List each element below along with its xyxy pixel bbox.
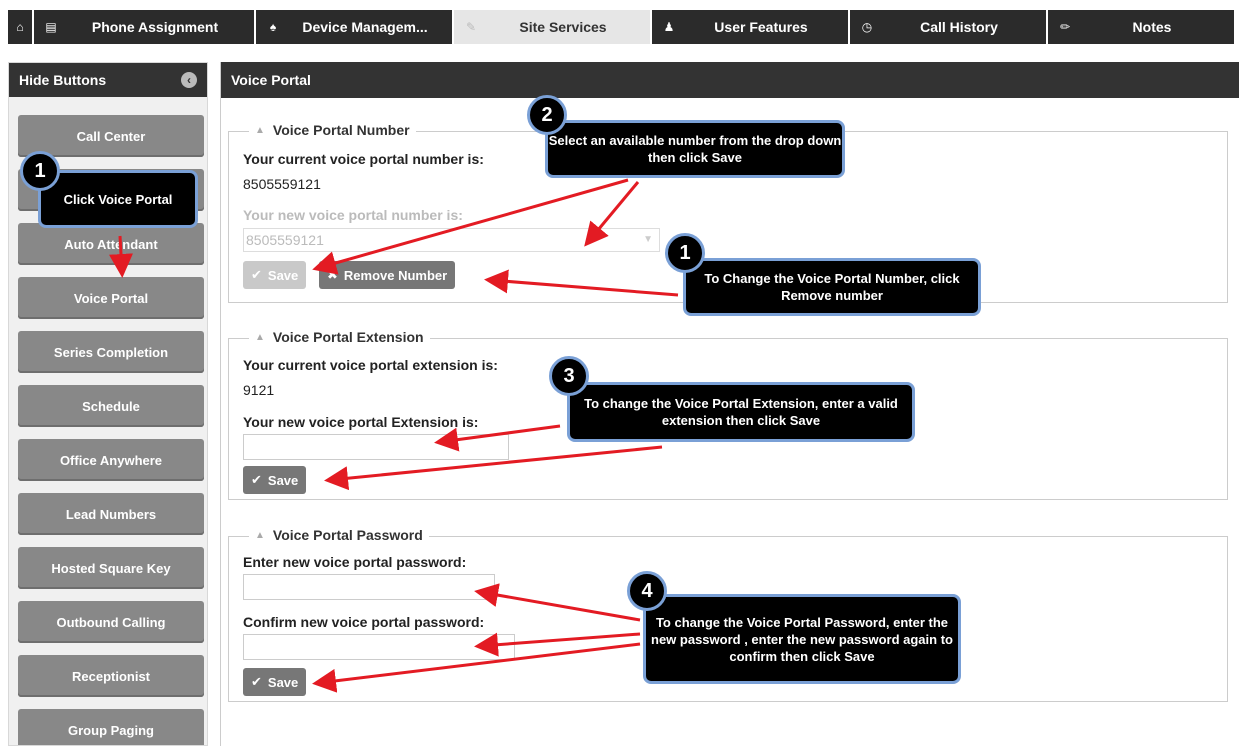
user-icon: ♟ [663, 20, 675, 34]
collapse-triangle-icon: ▲ [255, 331, 265, 343]
current-number-label: Your current voice portal number is: [243, 151, 484, 167]
step-badge: 4 [627, 571, 667, 611]
extension-save-button[interactable]: ✔ Save [243, 466, 307, 494]
sidebar-item-label: Office Anywhere [59, 452, 163, 468]
tab-label: Phone Assignment [91, 19, 219, 35]
callout-text: To change the Voice Portal Password, ent… [651, 614, 953, 664]
confirm-password-label: Confirm new voice portal password: [243, 614, 485, 630]
callout-select-number: Select an available number from the drop… [545, 120, 845, 178]
top-tab-bar: ⌂ ▤ Phone Assignment ♠ Device Managem...… [8, 10, 1234, 44]
sidebar-item-receptionist[interactable]: Receptionist [18, 655, 204, 697]
sidebar-item-schedule[interactable]: Schedule [18, 385, 204, 427]
confirm-password-input[interactable] [243, 634, 515, 660]
sidebar-item-call-center[interactable]: Call Center [18, 115, 204, 157]
section-legend[interactable]: ▲ Voice Portal Extension [249, 329, 430, 345]
sidebar-item-group-paging[interactable]: Group Paging [18, 709, 204, 745]
sidebar-item-label: Voice Portal [73, 290, 149, 306]
bell-icon: ♠ [269, 20, 277, 34]
step-badge: 1 [20, 151, 60, 191]
button-label: Save [267, 674, 299, 690]
button-label: Save [267, 472, 299, 488]
current-number-value: 8505559121 [243, 176, 321, 192]
check-icon: ✔ [251, 267, 262, 282]
remove-number-button[interactable]: ✖ Remove Number [319, 261, 456, 289]
number-save-button[interactable]: ✔ Save [243, 261, 307, 289]
tab-call-history[interactable]: ◷ Call History [850, 10, 1048, 44]
sidebar-item-office-anywhere[interactable]: Office Anywhere [18, 439, 204, 481]
sidebar-item-hosted-square-key[interactable]: Hosted Square Key [18, 547, 204, 589]
step-badge: 1 [665, 233, 705, 273]
sidebar-item-outbound-calling[interactable]: Outbound Calling [18, 601, 204, 643]
tab-label: User Features [714, 19, 808, 35]
callout-text: To Change the Voice Portal Number, click… [704, 271, 960, 303]
collapse-triangle-icon: ▲ [255, 124, 265, 136]
new-password-input[interactable] [243, 574, 495, 600]
callout-change-password: To change the Voice Portal Password, ent… [643, 594, 961, 684]
tab-phone-assignment[interactable]: ▤ Phone Assignment [34, 10, 256, 44]
sidebar-item-label: Series Completion [53, 344, 169, 360]
sidebar-item-lead-numbers[interactable]: Lead Numbers [18, 493, 204, 535]
page-title: Voice Portal [221, 62, 1239, 98]
close-icon: ✖ [327, 267, 338, 282]
hide-buttons-label: Hide Buttons [19, 72, 107, 88]
password-save-button[interactable]: ✔ Save [243, 668, 307, 696]
tab-notes[interactable]: ✏ Notes [1048, 10, 1234, 44]
tab-site-services[interactable]: ✎ Site Services [454, 10, 652, 44]
callout-text: To change the Voice Portal Extension, en… [584, 396, 898, 428]
sidebar-item-label: Receptionist [71, 668, 150, 684]
callout-click-voice-portal: Click Voice Portal [38, 170, 198, 228]
current-extension-value: 9121 [243, 382, 275, 398]
check-icon: ✔ [251, 674, 262, 689]
step-badge: 2 [527, 95, 567, 135]
new-extension-input[interactable] [243, 434, 509, 460]
tab-home[interactable]: ⌂ [8, 10, 34, 44]
step-badge: 3 [549, 356, 589, 396]
collapse-icon[interactable]: ‹ [181, 72, 197, 88]
sidebar-item-series-completion[interactable]: Series Completion [18, 331, 204, 373]
sidebar-item-label: Lead Numbers [65, 506, 157, 522]
new-password-label: Enter new voice portal password: [243, 554, 467, 570]
new-number-label: Your new voice portal number is: [243, 207, 463, 223]
sidebar-item-label: Hosted Square Key [51, 560, 171, 576]
chevron-down-icon: ▼ [643, 234, 653, 245]
callout-text: Select an available number from the drop… [548, 133, 842, 165]
new-number-select[interactable]: 8505559121 ▼ [243, 228, 660, 252]
callout-text: Click Voice Portal [63, 191, 173, 207]
sidebar-header: Hide Buttons ‹ [9, 63, 207, 97]
tab-label: Device Managem... [302, 19, 428, 35]
tab-label: Site Services [519, 19, 607, 35]
section-legend[interactable]: ▲ Voice Portal Number [249, 122, 416, 138]
callout-remove-number: To Change the Voice Portal Number, click… [683, 258, 981, 316]
button-label: Save [267, 267, 299, 283]
clock-icon: ◷ [861, 20, 873, 34]
select-value: 8505559121 [246, 232, 324, 248]
list-icon: ▤ [45, 20, 57, 34]
tab-label: Call History [920, 19, 998, 35]
section-legend[interactable]: ▲ Voice Portal Password [249, 527, 429, 543]
collapse-triangle-icon: ▲ [255, 529, 265, 541]
sidebar-item-label: Group Paging [68, 722, 154, 738]
sidebar-item-label: Outbound Calling [56, 614, 166, 630]
check-icon: ✔ [251, 472, 262, 487]
current-extension-label: Your current voice portal extension is: [243, 357, 498, 373]
edit-icon: ✎ [465, 20, 477, 34]
sidebar-item-label: Schedule [82, 398, 140, 414]
tab-user-features[interactable]: ♟ User Features [652, 10, 850, 44]
tab-device-management[interactable]: ♠ Device Managem... [256, 10, 454, 44]
sidebar-item-label: Call Center [76, 128, 146, 144]
tab-label: Notes [1132, 19, 1172, 35]
new-extension-label: Your new voice portal Extension is: [243, 414, 479, 430]
callout-change-extension: To change the Voice Portal Extension, en… [567, 382, 915, 442]
button-label: Remove Number [343, 267, 448, 283]
sidebar-item-auto-attendant[interactable]: Auto Attendant [18, 223, 204, 265]
legend-label: Voice Portal Number [272, 122, 410, 138]
sidebar-item-label: Auto Attendant [64, 236, 158, 252]
pencil-icon: ✏ [1059, 20, 1071, 34]
home-icon: ⌂ [16, 20, 24, 34]
sidebar-item-voice-portal[interactable]: Voice Portal [18, 277, 204, 319]
legend-label: Voice Portal Extension [272, 329, 424, 345]
legend-label: Voice Portal Password [272, 527, 423, 543]
